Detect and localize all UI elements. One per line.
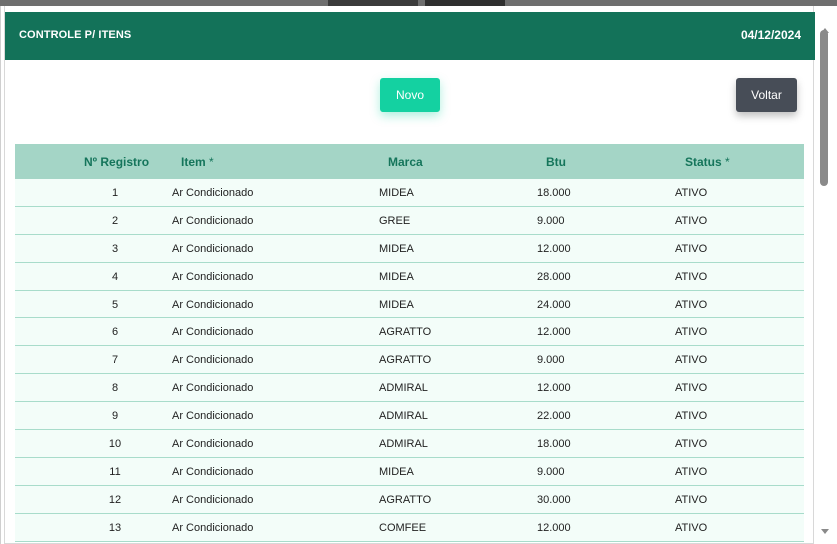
cell-registro: 4 xyxy=(111,270,119,283)
cell-marca: AGRATTO xyxy=(379,326,432,339)
cell-marca: MIDEA xyxy=(379,298,414,311)
cell-btu: 12.000 xyxy=(537,521,571,534)
cell-registro: 1 xyxy=(111,187,119,199)
column-header-status[interactable]: Status * xyxy=(685,155,730,169)
cell-marca: GREE xyxy=(379,214,411,227)
cell-status: ATIVO xyxy=(675,298,708,311)
cell-status: ATIVO xyxy=(675,465,708,478)
cell-btu: 28.000 xyxy=(537,270,571,283)
required-marker: * xyxy=(725,155,730,169)
cell-registro: 10 xyxy=(108,438,122,451)
cell-btu: 12.000 xyxy=(537,382,571,395)
table-header: Nº Registro Item * Marca Btu Status * xyxy=(15,144,804,179)
table-row[interactable]: 1 Ar Condicionado MIDEA 18.000 ATIVO xyxy=(15,179,804,207)
table-row[interactable]: 9 Ar Condicionado ADMIRAL 22.000 ATIVO xyxy=(15,402,804,431)
cell-status: ATIVO xyxy=(675,242,708,255)
cell-btu: 9.000 xyxy=(537,465,565,478)
cell-status: ATIVO xyxy=(675,270,708,283)
cell-registro: 9 xyxy=(111,410,119,423)
cell-item: Ar Condicionado xyxy=(172,242,254,255)
table-row[interactable]: 2 Ar Condicionado GREE 9.000 ATIVO xyxy=(15,206,804,235)
scroll-down-arrow-icon[interactable] xyxy=(821,529,829,534)
cell-item: Ar Condicionado xyxy=(172,187,254,199)
cell-marca: ADMIRAL xyxy=(379,438,428,451)
cell-marca: ADMIRAL xyxy=(379,410,428,423)
table-row[interactable]: 3 Ar Condicionado MIDEA 12.000 ATIVO xyxy=(15,234,804,263)
column-header-registro[interactable]: Nº Registro xyxy=(84,155,149,169)
cell-item: Ar Condicionado xyxy=(172,270,254,283)
cell-btu: 12.000 xyxy=(537,242,571,255)
cell-btu: 18.000 xyxy=(537,438,571,451)
cell-btu: 24.000 xyxy=(537,298,571,311)
cell-registro: 7 xyxy=(111,354,119,367)
cell-status: ATIVO xyxy=(675,521,708,534)
cell-btu: 9.000 xyxy=(537,214,565,227)
column-header-btu[interactable]: Btu xyxy=(546,155,566,169)
table-body: 1 Ar Condicionado MIDEA 18.000 ATIVO 2 Ar Cond… xyxy=(15,179,804,542)
cell-registro: 2 xyxy=(111,214,119,227)
cell-item: Ar Condicionado xyxy=(172,521,254,534)
cell-item: Ar Condicionado xyxy=(172,410,254,423)
vertical-scrollbar[interactable] xyxy=(817,24,834,544)
cell-item: Ar Condicionado xyxy=(172,382,254,395)
cell-item: Ar Condicionado xyxy=(172,298,254,311)
cell-registro: 11 xyxy=(109,465,121,478)
required-marker: * xyxy=(209,155,214,169)
cell-item: Ar Condicionado xyxy=(172,326,254,339)
table-row[interactable]: 11 Ar Condicionado MIDEA 9.000 ATIVO xyxy=(15,457,804,486)
table-row[interactable]: 7 Ar Condicionado AGRATTO 9.000 ATIVO xyxy=(15,346,804,375)
modal-title: CONTROLE P/ ITENS xyxy=(19,29,132,41)
cell-status: ATIVO xyxy=(675,326,708,339)
cell-btu: 22.000 xyxy=(537,410,571,423)
cell-btu: 30.000 xyxy=(537,493,571,506)
cell-registro: 3 xyxy=(111,242,119,255)
cell-status: ATIVO xyxy=(675,493,708,506)
cell-marca: COMFEE xyxy=(379,521,427,534)
cell-status: ATIVO xyxy=(675,382,708,395)
cell-status: ATIVO xyxy=(675,187,708,199)
cell-btu: 9.000 xyxy=(537,354,565,367)
cell-status: ATIVO xyxy=(675,410,708,423)
cell-item: Ar Condicionado xyxy=(172,354,254,367)
column-header-item[interactable]: Item * xyxy=(181,155,214,169)
table-row[interactable]: 10 Ar Condicionado ADMIRAL 18.000 ATIVO xyxy=(15,430,804,458)
column-header-marca[interactable]: Marca xyxy=(388,155,423,169)
voltar-button[interactable]: Voltar xyxy=(736,78,797,112)
cell-registro: 12 xyxy=(108,493,122,506)
table-row[interactable]: 6 Ar Condicionado AGRATTO 12.000 ATIVO xyxy=(15,318,804,347)
cell-marca: MIDEA xyxy=(379,270,414,283)
table-row[interactable]: 13 Ar Condicionado COMFEE 12.000 ATIVO xyxy=(15,513,804,542)
cell-marca: AGRATTO xyxy=(379,493,432,506)
cell-registro: 13 xyxy=(108,521,122,534)
cell-status: ATIVO xyxy=(675,354,708,367)
modal-header: CONTROLE P/ ITENS 04/12/2024 xyxy=(5,12,815,60)
cell-item: Ar Condicionado xyxy=(172,465,254,478)
table-row[interactable]: 4 Ar Condicionado MIDEA 28.000 ATIVO xyxy=(15,262,804,291)
cell-registro: 6 xyxy=(111,326,119,339)
cell-marca: AGRATTO xyxy=(379,354,432,367)
table-row[interactable]: 12 Ar Condicionado AGRATTO 30.000 ATIVO xyxy=(15,485,804,514)
header-date: 04/12/2024 xyxy=(740,28,801,42)
cell-status: ATIVO xyxy=(675,438,708,451)
novo-button[interactable]: Novo xyxy=(380,78,440,112)
scroll-thumb[interactable] xyxy=(820,30,828,186)
cell-registro: 8 xyxy=(111,382,119,395)
cell-btu: 18.000 xyxy=(537,187,571,199)
cell-marca: ADMIRAL xyxy=(379,382,428,395)
cell-item: Ar Condicionado xyxy=(172,438,254,451)
table-row[interactable]: 8 Ar Condicionado ADMIRAL 12.000 ATIVO xyxy=(15,374,804,403)
cell-item: Ar Condicionado xyxy=(172,214,254,227)
cell-marca: MIDEA xyxy=(379,465,414,478)
cell-status: ATIVO xyxy=(675,214,708,227)
items-table: Nº Registro Item * Marca Btu Status * 1 A… xyxy=(15,144,804,542)
cell-item: Ar Condicionado xyxy=(172,493,254,506)
cell-marca: MIDEA xyxy=(379,187,414,199)
cell-marca: MIDEA xyxy=(379,242,414,255)
cell-registro: 5 xyxy=(111,298,119,311)
cell-btu: 12.000 xyxy=(537,326,571,339)
table-row[interactable]: 5 Ar Condicionado MIDEA 24.000 ATIVO xyxy=(15,290,804,319)
modal-panel: CONTROLE P/ ITENS 04/12/2024 Novo Voltar… xyxy=(4,6,815,544)
